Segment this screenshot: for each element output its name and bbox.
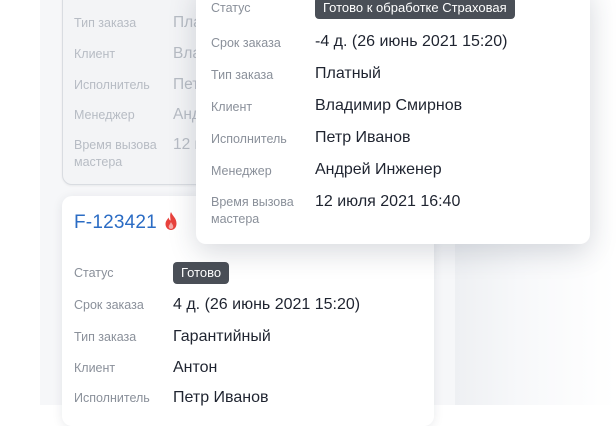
field-label-order-type: Тип заказа: [74, 330, 137, 344]
status-badge: Готово: [173, 262, 230, 284]
field-value-client: Антон: [173, 359, 218, 376]
field-label-deadline: Срок заказа: [211, 36, 281, 50]
field-value-manager: Андрей Инженер: [315, 161, 442, 178]
field-label-client: Клиент: [211, 100, 253, 114]
status-badge: Готово к обработке Страховая: [315, 0, 515, 19]
field-label-order-type: Тип заказа: [74, 16, 137, 30]
field-value-order-type: Платный: [315, 65, 381, 82]
field-label-executor: Исполнитель: [74, 78, 150, 92]
status-label: Статус: [74, 266, 114, 280]
field-label-deadline: Срок заказа: [74, 298, 144, 312]
field-value-client: Владимир Смирнов: [315, 97, 463, 114]
field-value-deadline: -4 д. (26 июнь 2021 15:20): [315, 33, 508, 50]
field-label-executor: Исполнитель: [74, 391, 150, 405]
field-label-order-type: Тип заказа: [211, 68, 274, 82]
field-label-client: Клиент: [74, 361, 116, 375]
field-value-deadline: 4 д. (26 июнь 2021 15:20): [173, 296, 361, 313]
field-label-master-call-time: Время вызова мастера: [74, 138, 157, 169]
order-id-link[interactable]: F-123421: [74, 212, 157, 234]
field-label-manager: Менеджер: [211, 164, 272, 178]
fire-icon: [165, 212, 177, 230]
field-value-executor: Петр Иванов: [173, 389, 269, 406]
field-value-executor: Петр Иванов: [315, 129, 411, 146]
field-label-client: Клиент: [74, 47, 116, 61]
field-value-master-call-time: 12 июля 2021 16:40: [315, 193, 461, 210]
field-label-executor: Исполнитель: [211, 132, 287, 146]
field-value-order-type: Гарантийный: [173, 328, 271, 345]
field-label-manager: Менеджер: [74, 108, 135, 122]
status-label: Статус: [211, 1, 251, 15]
order-preview-popup: Статус Готово к обработке Страховая Срок…: [196, 0, 590, 244]
field-label-master-call-time: Время вызова мастера: [211, 195, 294, 226]
